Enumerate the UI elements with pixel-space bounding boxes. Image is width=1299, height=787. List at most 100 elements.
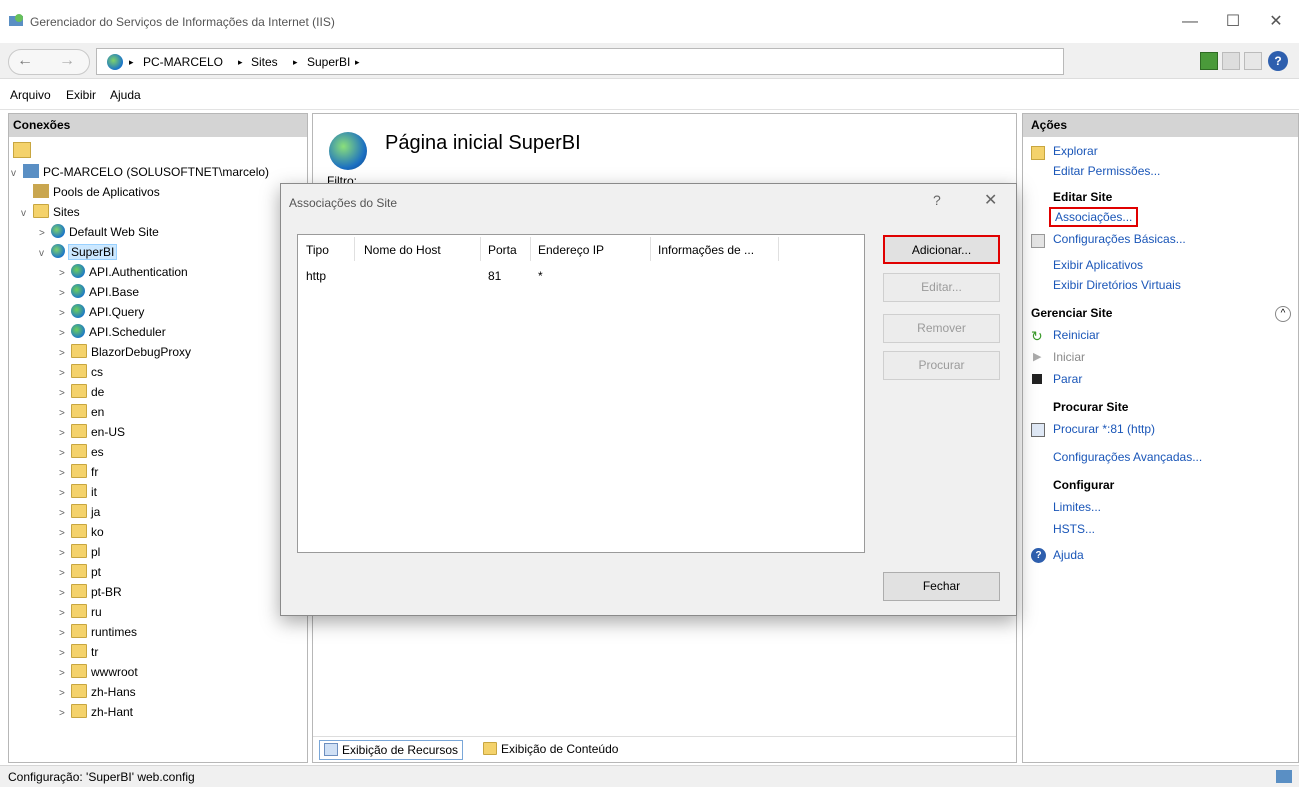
close-dialog-button[interactable]: Fechar: [883, 572, 1000, 601]
chevron-right-icon[interactable]: >: [59, 668, 71, 679]
tree-node-sites[interactable]: v Sites: [11, 204, 307, 224]
action-limits[interactable]: Limites...: [1031, 500, 1293, 522]
tree-node-folder[interactable]: > zh-Hans: [11, 684, 307, 704]
tree-node-server[interactable]: v PC-MARCELO (SOLUSOFTNET\marcelo): [11, 164, 307, 184]
chevron-down-icon[interactable]: v: [11, 168, 23, 179]
tree-node-folder[interactable]: > en-US: [11, 424, 307, 444]
chevron-right-icon[interactable]: >: [59, 308, 71, 319]
stop-icon[interactable]: [1222, 52, 1240, 70]
remove-binding-button[interactable]: Remover: [883, 314, 1000, 343]
action-basic-settings[interactable]: Configurações Básicas...: [1031, 232, 1293, 258]
tree-node-superbi[interactable]: v SuperBI: [11, 244, 307, 264]
bindings-list[interactable]: Tipo Nome do Host Porta Endereço IP Info…: [297, 234, 865, 553]
chevron-right-icon[interactable]: >: [59, 628, 71, 639]
tree-node-folder[interactable]: > fr: [11, 464, 307, 484]
application-icon: [71, 324, 85, 338]
maximize-button[interactable]: ☐: [1213, 10, 1253, 34]
chevron-right-icon[interactable]: >: [59, 348, 71, 359]
tree-node-app[interactable]: > API.Scheduler: [11, 324, 307, 344]
tree-node-folder[interactable]: > ko: [11, 524, 307, 544]
tree-node-folder[interactable]: > tr: [11, 644, 307, 664]
chevron-right-icon[interactable]: >: [59, 388, 71, 399]
action-help[interactable]: ? Ajuda: [1031, 548, 1293, 570]
action-stop[interactable]: Parar: [1031, 372, 1293, 400]
connect-icon[interactable]: [13, 142, 31, 158]
chevron-right-icon[interactable]: >: [59, 328, 71, 339]
crumb-site[interactable]: SuperBI: [307, 55, 350, 69]
minimize-button[interactable]: —: [1170, 10, 1210, 34]
action-view-apps[interactable]: Exibir Aplicativos: [1031, 258, 1293, 278]
chevron-right-icon[interactable]: >: [59, 508, 71, 519]
chevron-right-icon[interactable]: >: [59, 568, 71, 579]
tree-node-folder[interactable]: > BlazorDebugProxy: [11, 344, 307, 364]
menu-arquivo[interactable]: Arquivo: [10, 88, 51, 102]
tree-node-app[interactable]: > API.Base: [11, 284, 307, 304]
table-row[interactable]: http 81 *: [298, 235, 864, 295]
chevron-right-icon[interactable]: >: [59, 608, 71, 619]
chevron-right-icon[interactable]: >: [59, 528, 71, 539]
folder-icon: [71, 604, 87, 618]
chevron-right-icon[interactable]: >: [59, 368, 71, 379]
edit-binding-button[interactable]: Editar...: [883, 273, 1000, 302]
tree-node-folder[interactable]: > wwwroot: [11, 664, 307, 684]
chevron-right-icon[interactable]: >: [59, 488, 71, 499]
tree-node-folder[interactable]: > pl: [11, 544, 307, 564]
chevron-down-icon[interactable]: v: [21, 208, 33, 219]
back-arrow-icon[interactable]: ←: [17, 52, 33, 70]
tree-node-folder[interactable]: > zh-Hant: [11, 704, 307, 724]
collapse-chevron-icon[interactable]: ^: [1275, 306, 1291, 322]
chevron-right-icon[interactable]: >: [59, 428, 71, 439]
action-bindings[interactable]: Associações...: [1031, 207, 1293, 232]
tree-node-folder[interactable]: > cs: [11, 364, 307, 384]
chevron-right-icon[interactable]: >: [59, 708, 71, 719]
chevron-right-icon[interactable]: >: [59, 408, 71, 419]
chevron-right-icon[interactable]: >: [59, 468, 71, 479]
close-window-button[interactable]: ✕: [1256, 10, 1296, 34]
tree-node-folder[interactable]: > pt: [11, 564, 307, 584]
action-edit-permissions[interactable]: Editar Permissões...: [1031, 164, 1293, 190]
forward-arrow-icon[interactable]: →: [59, 52, 75, 70]
tree-node-folder[interactable]: > de: [11, 384, 307, 404]
action-advanced-settings[interactable]: Configurações Avançadas...: [1031, 450, 1293, 478]
chevron-right-icon[interactable]: >: [59, 588, 71, 599]
help-icon[interactable]: ?: [1268, 51, 1288, 71]
tree-node-app[interactable]: > API.Authentication: [11, 264, 307, 284]
dialog-close-button[interactable]: ✕: [984, 190, 997, 210]
chevron-right-icon[interactable]: >: [59, 688, 71, 699]
refresh-icon[interactable]: [1200, 52, 1218, 70]
tree-node-default-site[interactable]: > Default Web Site: [11, 224, 307, 244]
home-icon[interactable]: [1244, 52, 1262, 70]
chevron-right-icon[interactable]: >: [59, 548, 71, 559]
action-explore[interactable]: Explorar: [1031, 144, 1293, 164]
crumb-server[interactable]: PC-MARCELO: [143, 55, 223, 69]
menu-ajuda[interactable]: Ajuda: [110, 88, 141, 102]
chevron-right-icon[interactable]: >: [39, 228, 51, 239]
tree-node-folder[interactable]: > runtimes: [11, 624, 307, 644]
menu-exibir[interactable]: Exibir: [66, 88, 96, 102]
chevron-right-icon[interactable]: >: [59, 448, 71, 459]
tree-node-folder[interactable]: > it: [11, 484, 307, 504]
address-field[interactable]: ▸ PC-MARCELO ▸ Sites ▸ SuperBI ▸: [96, 48, 1064, 75]
tab-content-view[interactable]: Exibição de Conteúdo: [479, 740, 622, 760]
tree-node-folder[interactable]: > pt-BR: [11, 584, 307, 604]
chevron-right-icon[interactable]: >: [59, 288, 71, 299]
crumb-sites[interactable]: Sites: [251, 55, 278, 69]
chevron-right-icon[interactable]: >: [59, 648, 71, 659]
browse-binding-button[interactable]: Procurar: [883, 351, 1000, 380]
action-browse-81[interactable]: Procurar *:81 (http): [1031, 422, 1293, 450]
tree-node-folder[interactable]: > ru: [11, 604, 307, 624]
action-hsts[interactable]: HSTS...: [1031, 522, 1293, 548]
chevron-down-icon[interactable]: v: [39, 248, 51, 259]
tree-node-folder[interactable]: > es: [11, 444, 307, 464]
tree-node-folder[interactable]: > en: [11, 404, 307, 424]
action-start[interactable]: ▶ Iniciar: [1031, 350, 1293, 372]
add-binding-button[interactable]: Adicionar...: [883, 235, 1000, 264]
dialog-help-button[interactable]: ?: [933, 192, 941, 208]
tree-node-app[interactable]: > API.Query: [11, 304, 307, 324]
action-view-vdirs[interactable]: Exibir Diretórios Virtuais: [1031, 278, 1293, 306]
action-restart[interactable]: ↻ Reiniciar: [1031, 328, 1293, 350]
tab-features-view[interactable]: Exibição de Recursos: [319, 740, 464, 760]
tree-node-app-pools[interactable]: Pools de Aplicativos: [11, 184, 307, 204]
chevron-right-icon[interactable]: >: [59, 268, 71, 279]
tree-node-folder[interactable]: > ja: [11, 504, 307, 524]
